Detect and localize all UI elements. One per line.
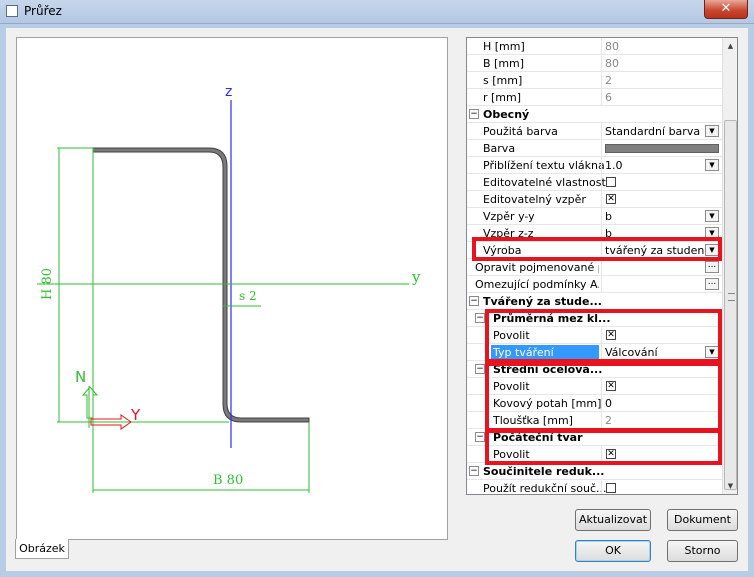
ellipsis-button[interactable]: ... — [705, 261, 719, 273]
checkbox-unchecked[interactable] — [606, 177, 616, 187]
category-soucinitele[interactable]: − Součinitele reduk... — [467, 463, 722, 480]
grip-icon — [728, 293, 735, 301]
category-obecny[interactable]: − Obecný — [467, 106, 722, 123]
close-icon[interactable]: ✕ — [704, 0, 748, 19]
title-bar: Průřez ✕ — [0, 0, 754, 24]
document-button[interactable]: Dokument — [667, 509, 738, 531]
checkbox-unchecked[interactable] — [606, 483, 616, 493]
prop-row-r[interactable]: r [mm] 6 — [467, 89, 722, 106]
prop-row-pouzit-redukcni[interactable]: Použít redukční souč... — [467, 480, 722, 494]
prop-row-editovatelne-vlastnosti[interactable]: Editovatelné vlastnosti — [467, 174, 722, 191]
checkbox-checked[interactable]: ✕ — [606, 194, 616, 204]
prop-row-omezujici[interactable]: Omezující podmínky A...... — [467, 276, 722, 293]
collapse-icon[interactable]: − — [469, 109, 479, 119]
prop-row-vzper-yy[interactable]: Vzpěr y-y b ▼ — [467, 208, 722, 225]
dim-b-label: B 80 — [213, 473, 243, 488]
scroll-thumb[interactable] — [724, 120, 737, 490]
y-axis-label: y — [411, 268, 421, 286]
collapse-icon[interactable]: − — [469, 296, 479, 306]
cancel-button[interactable]: Storno — [667, 540, 738, 562]
prop-row-s[interactable]: s [mm] 2 — [467, 72, 722, 89]
scroll-up-icon[interactable]: ▲ — [724, 39, 737, 53]
update-button[interactable]: Aktualizovat — [575, 509, 651, 531]
chevron-down-icon[interactable]: ▼ — [705, 210, 719, 222]
profile-shape — [92, 147, 310, 423]
chevron-down-icon[interactable]: ▼ — [705, 125, 719, 137]
scroll-down-icon[interactable]: ▼ — [724, 479, 737, 493]
cross-section-svg: z y H 80 B 80 s 2 N Y — [37, 84, 421, 493]
cross-section-drawing: z y H 80 B 80 s 2 N Y — [16, 37, 448, 540]
collapse-icon[interactable]: − — [469, 466, 479, 476]
prop-row-h[interactable]: H [mm] 80 — [467, 38, 722, 55]
ok-button[interactable]: OK — [575, 540, 651, 562]
collapse-icon[interactable]: − — [475, 364, 485, 374]
prop-row-b[interactable]: B [mm] 80 — [467, 55, 722, 72]
property-grid-scrollbar[interactable]: ▲ ▼ — [722, 38, 737, 494]
dim-s-label: s 2 — [239, 289, 257, 303]
origin-n-label: N — [75, 368, 86, 386]
window-icon — [6, 5, 18, 17]
highlight-vyroba — [472, 237, 722, 261]
origin-n-arrow — [81, 386, 99, 419]
z-axis-label: z — [225, 84, 232, 100]
category-tvareny[interactable]: − Tvářený za stude... — [467, 293, 722, 310]
prop-row-pouzita-barva[interactable]: Použitá barva Standardní barva ▼ — [467, 123, 722, 140]
dim-h-label: H 80 — [40, 268, 55, 300]
tab-obrazek[interactable]: Obrázek — [15, 539, 69, 559]
highlight-stredni-ocelova — [485, 362, 722, 433]
collapse-icon[interactable]: − — [475, 313, 485, 323]
highlight-prumerna-mez — [485, 309, 722, 363]
color-swatch[interactable] — [605, 144, 719, 153]
ellipsis-button[interactable]: ... — [705, 278, 719, 290]
prop-row-opravit[interactable]: Opravit pojmenované p...... — [467, 259, 722, 276]
prop-row-priblizeni[interactable]: Přiblížení textu vlákna 1.0 ▼ — [467, 157, 722, 174]
origin-y-label: Y — [130, 406, 141, 424]
vzper-yy-select[interactable]: b ▼ — [601, 208, 722, 224]
chevron-down-icon[interactable]: ▼ — [705, 159, 719, 171]
prop-row-editovatelny-vzper[interactable]: Editovatelný vzpěr ✕ — [467, 191, 722, 208]
prop-row-barva[interactable]: Barva — [467, 140, 722, 157]
window-title: Průřez — [24, 4, 62, 18]
collapse-icon[interactable]: − — [475, 432, 485, 442]
highlight-pocatecni-tvar — [485, 428, 722, 465]
barva-select[interactable]: Standardní barva ▼ — [601, 123, 722, 139]
priblizeni-select[interactable]: 1.0 ▼ — [601, 157, 722, 173]
